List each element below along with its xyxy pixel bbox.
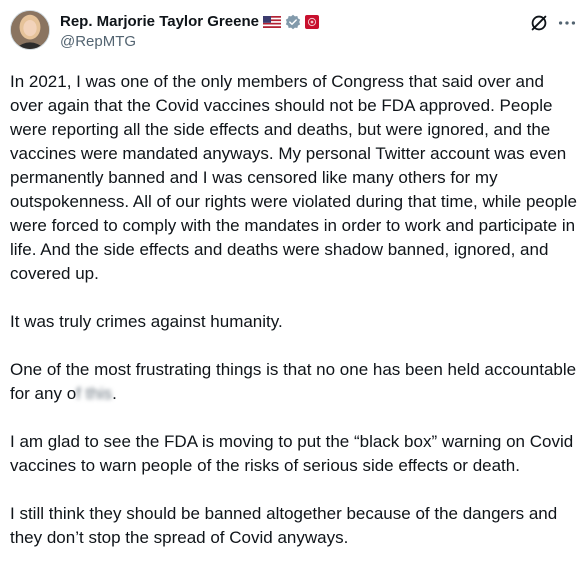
verified-gray-badge-icon[interactable] xyxy=(285,14,301,30)
tweet-paragraph: I still think they should be banned alto… xyxy=(10,504,558,547)
grok-icon[interactable] xyxy=(528,12,550,34)
tweet-paragraph-end: . xyxy=(112,384,117,403)
tweet-paragraph: It was truly crimes against humanity. xyxy=(10,312,283,331)
us-flag-icon xyxy=(262,16,281,28)
tweet-paragraph: In 2021, I was one of the only members o… xyxy=(10,72,577,283)
tweet: Rep. Marjorie Taylor Greene @RepMTG In 2 xyxy=(0,0,586,573)
avatar[interactable] xyxy=(10,10,50,50)
author-name[interactable]: Rep. Marjorie Taylor Greene xyxy=(60,12,259,32)
tweet-paragraph: One of the most frustrating things is th… xyxy=(10,358,578,406)
tweet-text: In 2021, I was one of the only members o… xyxy=(10,70,578,550)
blurred-text: f this xyxy=(76,384,113,403)
tweet-paragraph: I am glad to see the FDA is moving to pu… xyxy=(10,432,574,475)
government-seal-icon[interactable] xyxy=(304,15,319,29)
more-icon[interactable] xyxy=(556,12,578,34)
author-handle[interactable]: @RepMTG xyxy=(60,33,136,51)
author-row: Rep. Marjorie Taylor Greene xyxy=(60,12,319,32)
